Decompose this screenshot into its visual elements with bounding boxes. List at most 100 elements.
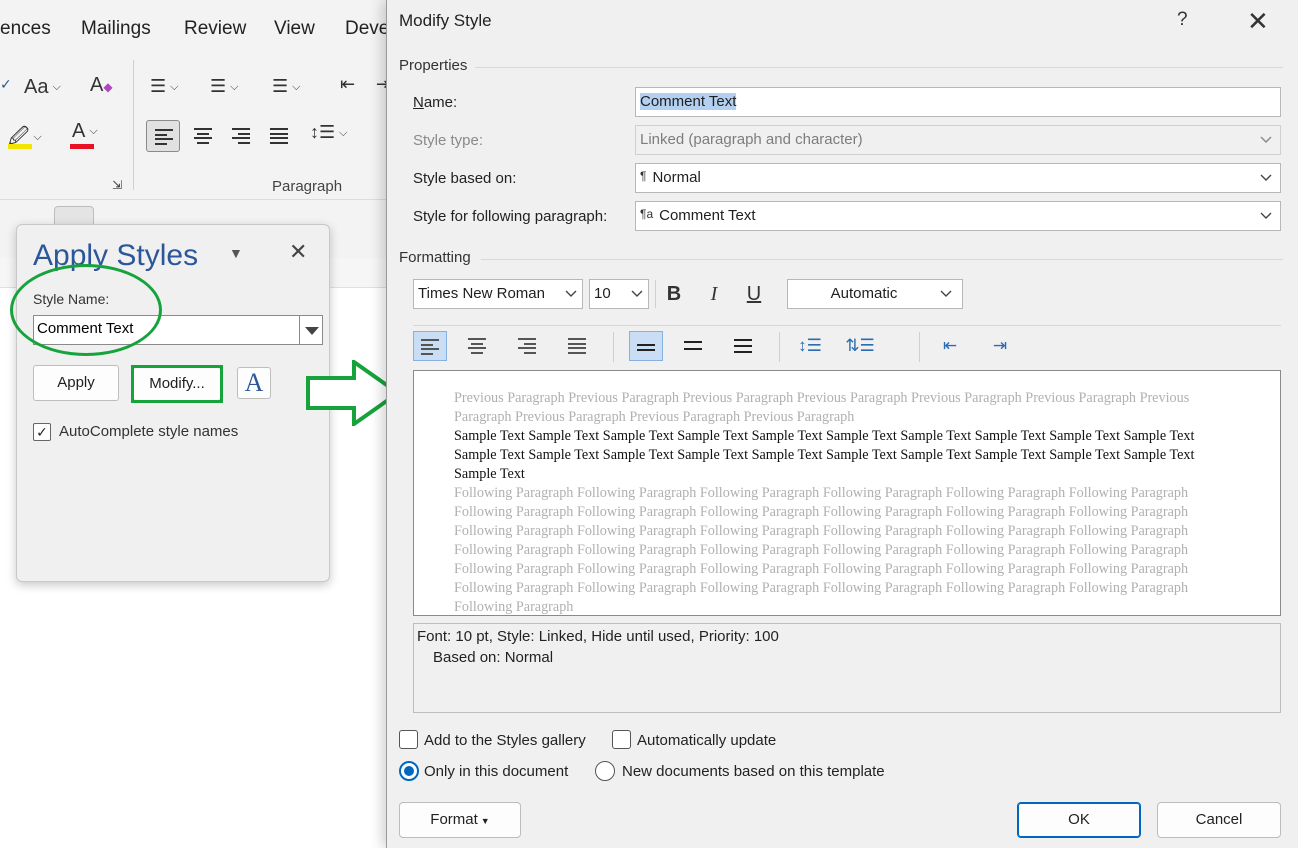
name-input[interactable]: Comment Text bbox=[635, 87, 1281, 117]
preview-following-paragraph: Following Paragraph Following Paragraph … bbox=[454, 485, 1189, 615]
style-description: Font: 10 pt, Style: Linked, Hide until u… bbox=[413, 623, 1281, 713]
one-half-spacing-button[interactable] bbox=[677, 331, 711, 361]
auto-update-checkbox[interactable] bbox=[612, 730, 631, 749]
double-spacing-icon bbox=[734, 339, 752, 355]
close-icon[interactable]: ✕ bbox=[289, 239, 307, 265]
chevron-down-icon bbox=[563, 286, 579, 302]
style-type-label: Style type: bbox=[413, 132, 484, 149]
add-to-gallery-label: Add to the Styles gallery bbox=[424, 732, 586, 749]
decrease-indent-icon[interactable]: ⇤ bbox=[340, 74, 355, 95]
chevron-down-icon bbox=[1258, 208, 1274, 224]
tab-view[interactable]: View bbox=[274, 18, 315, 40]
autocomplete-label: AutoComplete style names bbox=[59, 423, 239, 440]
increase-indent-icon[interactable]: ⇥ bbox=[983, 331, 1017, 361]
style-preview: Previous Paragraph Previous Paragraph Pr… bbox=[413, 370, 1281, 616]
caret-icon[interactable]: ✓ bbox=[0, 76, 12, 93]
bold-button[interactable]: B bbox=[657, 279, 691, 309]
section-properties: Properties bbox=[399, 57, 468, 74]
font-name-value: Times New Roman bbox=[418, 285, 545, 302]
align-right-button[interactable] bbox=[224, 120, 258, 152]
italic-button[interactable]: I bbox=[697, 279, 731, 309]
dialog-align-right-button[interactable] bbox=[511, 331, 545, 361]
based-on-value: Normal bbox=[652, 169, 701, 186]
font-color-bar bbox=[70, 144, 94, 149]
justify-button[interactable] bbox=[262, 120, 296, 152]
chevron-down-icon bbox=[938, 286, 954, 302]
dialog-title: Modify Style bbox=[399, 11, 492, 30]
tab-references[interactable]: ences bbox=[0, 18, 51, 40]
new-documents-radio[interactable] bbox=[595, 761, 615, 781]
cancel-button[interactable]: Cancel bbox=[1157, 802, 1281, 838]
modify-style-dialog: Modify Style ? ✕ Properties Name: Commen… bbox=[386, 0, 1298, 848]
auto-update-label: Automatically update bbox=[637, 732, 777, 749]
font-size-select[interactable]: 10 bbox=[589, 279, 649, 309]
divider bbox=[475, 67, 1283, 68]
style-type-value: Linked (paragraph and character) bbox=[640, 131, 863, 148]
divider bbox=[655, 280, 656, 308]
tab-developer[interactable]: Deve bbox=[345, 18, 389, 40]
preview-text: Previous Paragraph Previous Paragraph Pr… bbox=[454, 389, 1224, 615]
pane-options-dropdown-icon[interactable]: ▼ bbox=[229, 245, 243, 261]
underline-button[interactable]: U bbox=[737, 279, 771, 309]
description-line: Based on: Normal bbox=[433, 649, 554, 666]
change-case-button[interactable]: Aa ⌵ bbox=[24, 76, 61, 99]
close-icon[interactable]: ✕ bbox=[1247, 6, 1269, 37]
line-spacing-icon[interactable]: ↕☰ ⌵ bbox=[310, 122, 347, 143]
single-spacing-icon bbox=[637, 344, 655, 360]
based-on-select[interactable]: ¶ Normal bbox=[635, 163, 1281, 193]
dialog-align-left-button[interactable] bbox=[413, 331, 447, 361]
align-left-icon bbox=[155, 129, 173, 145]
dialog-justify-button[interactable] bbox=[561, 331, 595, 361]
bullets-icon[interactable]: ☰ ⌵ bbox=[150, 76, 178, 97]
numbering-icon[interactable]: ☰ ⌵ bbox=[210, 76, 238, 97]
styles-pane-button[interactable]: A bbox=[237, 367, 271, 399]
one-half-spacing-icon bbox=[684, 341, 702, 357]
tab-review[interactable]: Review bbox=[184, 18, 246, 40]
only-this-document-label: Only in this document bbox=[424, 763, 569, 780]
format-menu-button[interactable]: Format ▼ bbox=[399, 802, 521, 838]
font-color-letter: A bbox=[72, 120, 86, 142]
align-right-icon bbox=[232, 128, 250, 144]
align-left-icon bbox=[421, 339, 439, 355]
highlight-icon[interactable]: 🖉 ⌵ bbox=[8, 122, 42, 156]
justify-icon bbox=[568, 338, 586, 354]
double-spacing-button[interactable] bbox=[727, 331, 761, 361]
format-label: Format bbox=[430, 811, 478, 828]
autocomplete-checkbox[interactable]: ✓ bbox=[33, 423, 51, 441]
tab-mailings[interactable]: Mailings bbox=[81, 18, 151, 40]
increase-spacing-before-icon[interactable]: ↕☰ bbox=[793, 331, 827, 361]
clear-formatting-icon[interactable]: A◆ bbox=[90, 74, 113, 97]
divider bbox=[919, 332, 920, 362]
caret-down-icon: ▼ bbox=[480, 816, 490, 826]
decrease-indent-icon[interactable]: ⇤ bbox=[933, 331, 967, 361]
ok-button[interactable]: OK bbox=[1017, 802, 1141, 838]
dialog-align-center-button[interactable] bbox=[461, 331, 495, 361]
divider bbox=[481, 259, 1283, 260]
paragraph-style-icon: ¶ bbox=[640, 169, 647, 183]
style-name-dropdown-button[interactable] bbox=[299, 315, 323, 345]
font-name-select[interactable]: Times New Roman bbox=[413, 279, 583, 309]
single-spacing-button[interactable] bbox=[629, 331, 663, 361]
font-dialog-launcher-icon[interactable]: ⇲ bbox=[112, 178, 122, 192]
multilevel-list-icon[interactable]: ☰ ⌵ bbox=[272, 76, 300, 97]
following-paragraph-select[interactable]: ¶a Comment Text bbox=[635, 201, 1281, 231]
name-label: Name: bbox=[413, 94, 458, 111]
apply-button[interactable]: Apply bbox=[33, 365, 119, 401]
divider bbox=[613, 332, 614, 362]
add-to-gallery-checkbox[interactable] bbox=[399, 730, 418, 749]
highlight-color-bar bbox=[8, 144, 32, 149]
align-center-button[interactable] bbox=[186, 120, 220, 152]
align-left-button[interactable] bbox=[146, 120, 180, 152]
divider bbox=[779, 332, 780, 362]
font-color-select[interactable]: Automatic bbox=[787, 279, 963, 309]
chevron-down-icon bbox=[1258, 170, 1274, 186]
font-color-button[interactable]: A ⌵ bbox=[72, 120, 98, 143]
following-paragraph-label: Style for following paragraph: bbox=[413, 208, 608, 225]
name-value: Comment Text bbox=[640, 93, 737, 110]
only-this-document-radio[interactable] bbox=[399, 761, 419, 781]
annotation-ellipse bbox=[10, 264, 162, 356]
decrease-spacing-before-icon[interactable]: ⇅☰ bbox=[843, 331, 877, 361]
align-right-icon bbox=[518, 338, 536, 354]
font-color-value: Automatic bbox=[830, 285, 898, 302]
help-icon[interactable]: ? bbox=[1177, 9, 1188, 31]
